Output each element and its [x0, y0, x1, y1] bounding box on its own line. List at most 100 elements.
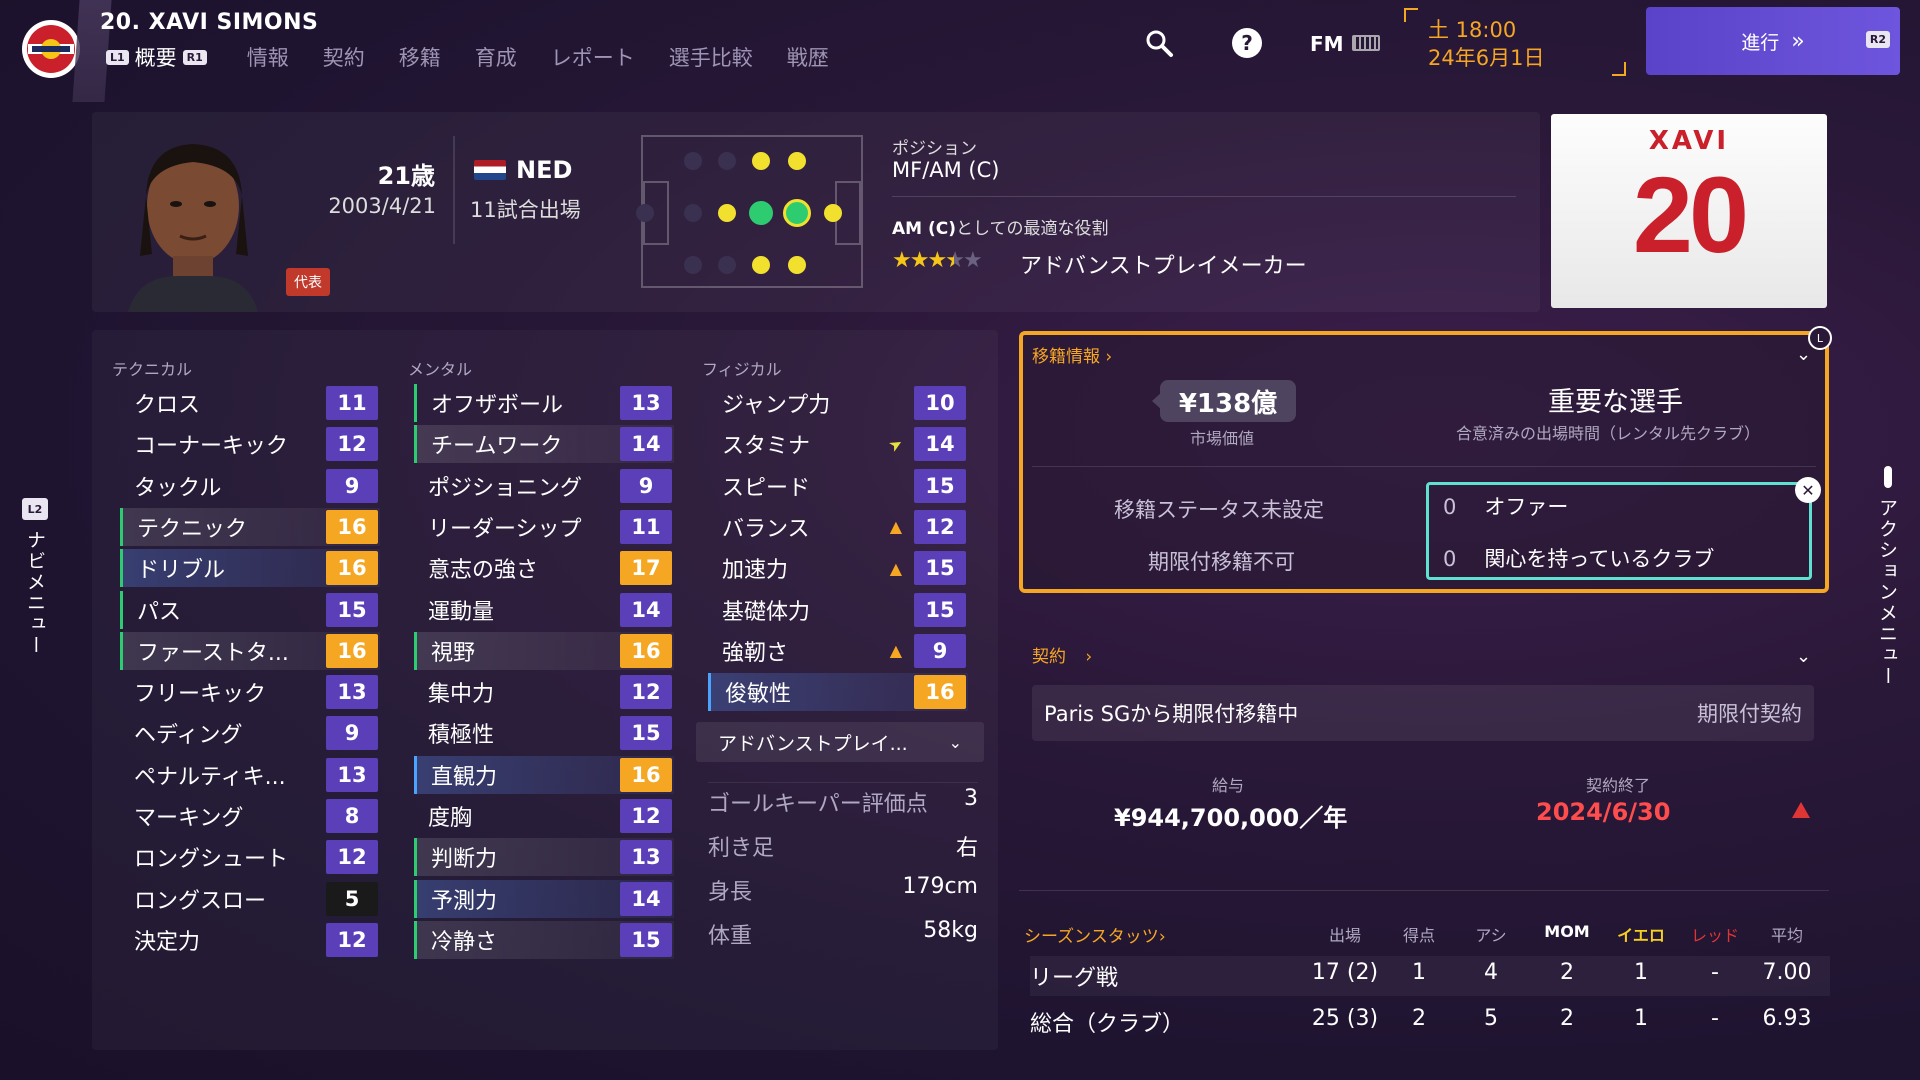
- col-average: 平均: [1770, 926, 1803, 945]
- chevron-down-icon[interactable]: ⌄: [1796, 646, 1811, 667]
- interested-clubs-row[interactable]: 0 関心を持っているクラブ: [1443, 543, 1714, 573]
- technical-attr-row[interactable]: パス 15: [120, 590, 380, 629]
- misc-divider: [708, 782, 978, 783]
- best-role-name[interactable]: アドバンストプレイメーカー: [1020, 248, 1307, 280]
- continue-button[interactable]: 進行 » R2: [1646, 7, 1900, 75]
- technical-attr-row[interactable]: テクニック 16: [120, 507, 380, 546]
- technical-attr-row[interactable]: ドリブル 16: [120, 549, 380, 588]
- attr-name: 視野: [431, 640, 476, 666]
- attr-name: ジャンプ力: [722, 393, 831, 418]
- pitch-dot-competent: [752, 256, 770, 274]
- technical-attr-row[interactable]: タックル 9: [120, 467, 380, 505]
- game-date[interactable]: 土 18:00 24年6月1日: [1428, 16, 1544, 72]
- attr-name: 積極性: [428, 723, 495, 749]
- technical-attr-row[interactable]: ロングスロー 5: [120, 880, 380, 918]
- attr-name: コーナーキック: [134, 434, 289, 460]
- technical-attr-row[interactable]: ロングシュート 12: [120, 838, 380, 876]
- physical-attr-row[interactable]: ジャンプ力 10: [708, 384, 968, 422]
- mental-attr-row[interactable]: オフザボール 13: [414, 384, 674, 422]
- trend-arrow-icon: ➤: [884, 432, 906, 456]
- fm-label[interactable]: FM: [1310, 32, 1344, 56]
- attr-name: 予測力: [431, 888, 498, 914]
- nationality-code: NED: [516, 156, 573, 184]
- tab-reports[interactable]: レポート: [551, 42, 635, 72]
- profile-divider: [453, 136, 455, 244]
- close-icon[interactable]: ✕: [1795, 477, 1821, 503]
- technical-attr-row[interactable]: ファーストタ... 16: [120, 631, 380, 670]
- action-menu-handle[interactable]: [1884, 466, 1892, 488]
- tab-history[interactable]: 戦歴: [787, 42, 829, 72]
- technical-attr-row[interactable]: ペナルティキ... 13: [120, 756, 380, 794]
- l2-hint: L2: [22, 498, 48, 520]
- star-icon: ★: [927, 248, 947, 273]
- mental-attr-row[interactable]: 意志の強さ 17: [414, 549, 674, 587]
- stats-row-league[interactable]: リーグ戦 17 (2) 1 4 2 1 - 7.00: [1030, 956, 1830, 996]
- season-stats-title[interactable]: シーズンスタッツ›: [1024, 922, 1166, 947]
- physical-attr-row[interactable]: 強靭さ ▲ 9: [708, 632, 968, 670]
- mental-attr-row[interactable]: 予測力 14: [414, 879, 674, 918]
- tab-compare[interactable]: 選手比較: [669, 42, 753, 72]
- mental-attr-row[interactable]: リーダーシップ 11: [414, 508, 674, 546]
- mental-attr-row[interactable]: 運動量 14: [414, 591, 674, 629]
- tab-contract[interactable]: 契約: [323, 42, 365, 72]
- attr-name: パス: [137, 599, 182, 625]
- physical-attr-row[interactable]: スタミナ ➤ 14: [708, 425, 968, 463]
- physical-attr-row[interactable]: 加速力 ▲ 15: [708, 549, 968, 587]
- attr-value: 14: [620, 881, 672, 916]
- attr-value: 13: [326, 675, 378, 710]
- action-menu-toggle[interactable]: アクションメニュー: [1874, 498, 1901, 687]
- help-button[interactable]: ?: [1230, 26, 1264, 60]
- stats-row-total[interactable]: 総合（クラブ） 25 (3) 2 5 2 1 - 6.93: [1030, 1002, 1830, 1042]
- tab-overview[interactable]: 概要: [135, 42, 177, 72]
- role-select[interactable]: アドバンストプレイ... ⌄: [696, 722, 984, 762]
- col-assists: アシ: [1475, 926, 1507, 945]
- mental-attr-row[interactable]: 冷静さ 15: [414, 920, 674, 959]
- nav-tabs: L1 概要 R1 情報 契約 移籍 育成 レポート 選手比較 戦歴: [106, 42, 863, 72]
- mental-attr-row[interactable]: ポジショニング 9: [414, 467, 674, 505]
- offers-box[interactable]: 0 オファー 0 関心を持っているクラブ: [1426, 482, 1812, 580]
- nav-menu-toggle[interactable]: ナビメニュー: [22, 530, 49, 656]
- attr-value: 11: [620, 509, 672, 544]
- attr-value: 9: [326, 716, 378, 751]
- attr-value: 14: [620, 427, 672, 462]
- tab-info[interactable]: 情報: [247, 42, 289, 72]
- mental-attr-row[interactable]: チームワーク 14: [414, 425, 674, 464]
- keyboard-icon[interactable]: [1352, 35, 1380, 51]
- technical-attr-row[interactable]: クロス 11: [120, 384, 380, 422]
- physical-attr-row[interactable]: 俊敏性 16: [708, 673, 968, 712]
- technical-attr-row[interactable]: コーナーキック 12: [120, 425, 380, 463]
- search-icon[interactable]: [1142, 26, 1176, 60]
- pitch-dot-natural: [749, 201, 773, 225]
- technical-attr-row[interactable]: ヘディング 9: [120, 714, 380, 752]
- transfer-status: 移籍ステータス未設定: [1114, 498, 1324, 522]
- mental-attr-row[interactable]: 集中力 12: [414, 673, 674, 711]
- tab-development[interactable]: 育成: [475, 42, 517, 72]
- mental-attr-row[interactable]: 積極性 15: [414, 714, 674, 752]
- chevron-right-icon: ›: [1158, 927, 1166, 947]
- attr-name: ファーストタ...: [137, 640, 289, 666]
- attr-value: 10: [914, 386, 966, 420]
- player-nationality[interactable]: NED: [474, 156, 572, 184]
- technical-attr-row[interactable]: フリーキック 13: [120, 673, 380, 711]
- transfer-info-title[interactable]: 移籍情報 ›: [1032, 342, 1112, 367]
- player-title: 20. XAVI SIMONS: [100, 10, 319, 35]
- chevron-down-icon[interactable]: ⌄: [1796, 344, 1811, 365]
- physical-attr-row[interactable]: バランス ▲ 12: [708, 508, 968, 546]
- mental-attr-row[interactable]: 度胸 12: [414, 797, 674, 835]
- tab-transfer[interactable]: 移籍: [399, 42, 441, 72]
- attr-name: 加速力: [722, 558, 789, 584]
- physical-attr-row[interactable]: 基礎体力 15: [708, 591, 968, 629]
- physical-attr-row[interactable]: スピード 15: [708, 467, 968, 505]
- mental-heading: メンタル: [408, 360, 473, 379]
- attr-value: 13: [620, 840, 672, 875]
- attr-value: 14: [914, 427, 966, 462]
- contract-title[interactable]: 契約 ›: [1032, 642, 1092, 667]
- mental-attr-row[interactable]: 視野 16: [414, 631, 674, 670]
- stat-cell: 6.93: [1762, 1006, 1812, 1031]
- offers-row[interactable]: 0 オファー: [1443, 491, 1568, 521]
- mental-attr-row[interactable]: 判断力 13: [414, 838, 674, 877]
- attr-name: 決定力: [134, 929, 201, 955]
- technical-attr-row[interactable]: マーキング 8: [120, 797, 380, 835]
- mental-attr-row[interactable]: 直観力 16: [414, 755, 674, 794]
- technical-attr-row[interactable]: 決定力 12: [120, 921, 380, 959]
